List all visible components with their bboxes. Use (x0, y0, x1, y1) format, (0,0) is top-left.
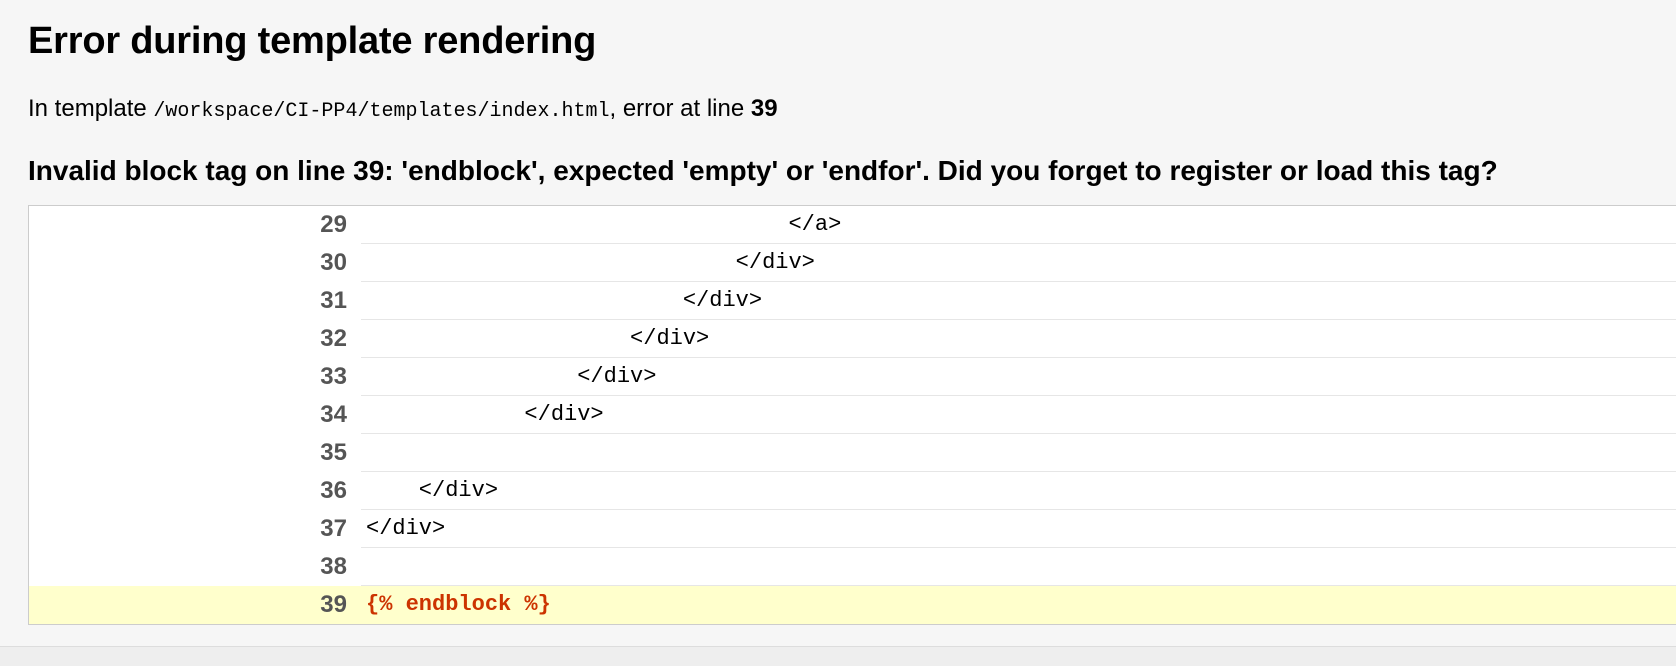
location-middle: , error at line (609, 95, 751, 122)
line-number: 38 (320, 553, 347, 580)
line-number: 32 (320, 325, 347, 352)
line-code: </div> (366, 250, 815, 275)
line-number: 34 (320, 401, 347, 428)
source-line: 36 </div> (29, 472, 1676, 510)
source-line-error: 39 {% endblock %} (29, 586, 1676, 624)
source-line: 31 </div> (29, 282, 1676, 320)
line-number: 36 (320, 477, 347, 504)
source-line: 38 (29, 548, 1676, 586)
line-code: </a> (366, 212, 842, 237)
line-code: </div> (366, 364, 657, 389)
line-code: </div> (366, 288, 763, 313)
line-code: </div> (366, 326, 710, 351)
location-prefix: In template (28, 95, 154, 122)
source-line: 34 </div> (29, 396, 1676, 434)
source-line: 32 </div> (29, 320, 1676, 358)
template-path: /workspace/CI-PP4/templates/index.html (153, 100, 610, 123)
source-line: 33 </div> (29, 358, 1676, 396)
source-line: 29 </a> (29, 206, 1676, 244)
source-line: 37 </div> (29, 510, 1676, 548)
line-number: 31 (320, 287, 347, 314)
source-line: 35 (29, 434, 1676, 472)
line-number: 30 (320, 249, 347, 276)
error-line-number: 39 (750, 95, 778, 122)
line-number: 37 (320, 515, 347, 542)
line-code: </div> (366, 402, 604, 427)
line-number: 29 (320, 211, 347, 238)
error-message: Invalid block tag on line 39: 'endblock'… (28, 155, 1498, 186)
next-section-divider (0, 646, 1676, 666)
page-title: Error during template rendering (28, 20, 597, 62)
line-number: 33 (320, 363, 347, 390)
line-number: 39 (320, 591, 347, 618)
line-number: 35 (320, 439, 347, 466)
source-line: 30 </div> (29, 244, 1676, 282)
error-location: In template /workspace/CI-PP4/templates/… (28, 92, 778, 129)
line-code: </div> (366, 516, 446, 541)
line-code-error: {% endblock %} (366, 592, 551, 617)
template-source-table: 29 </a> 30 </div> 31 </div> 32 </div> 33 (28, 205, 1676, 625)
line-code: </div> (366, 478, 499, 503)
